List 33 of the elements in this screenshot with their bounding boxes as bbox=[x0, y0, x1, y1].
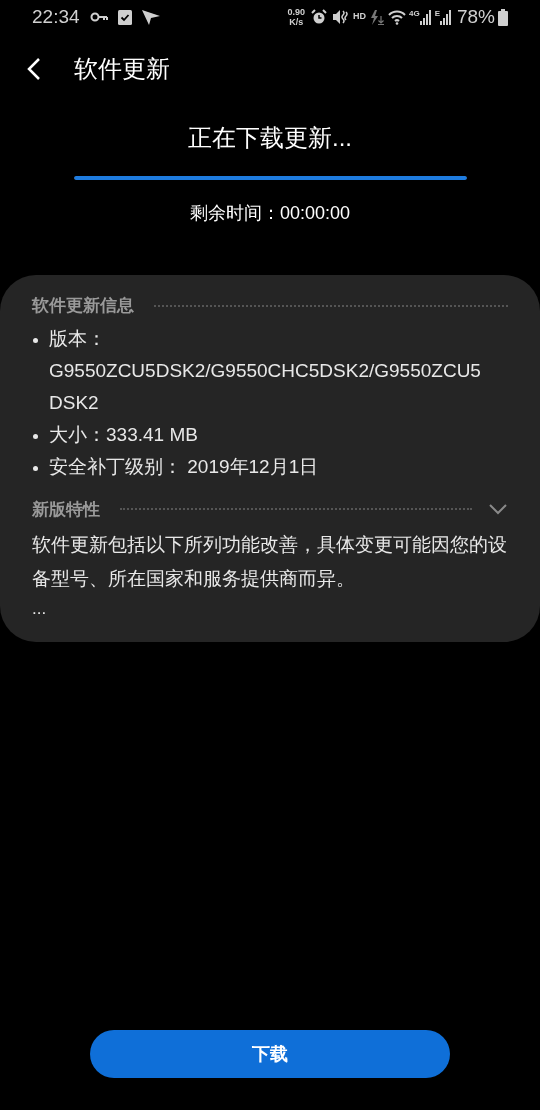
network-speed-unit: K/s bbox=[289, 17, 304, 27]
bullet-icon bbox=[33, 337, 38, 343]
bullet-icon bbox=[33, 433, 38, 439]
network-type-label: E bbox=[434, 8, 440, 20]
section-title: 软件更新信息 bbox=[32, 295, 134, 317]
info-item: 大小：333.41 MB bbox=[49, 422, 199, 447]
network-speed: 0.90 bbox=[287, 7, 305, 17]
download-button[interactable]: 下载 bbox=[90, 1030, 450, 1078]
section-title: 新版特性 bbox=[32, 498, 100, 521]
features-description: 软件更新包括以下所列功能改善，具体变更可能因您的设备型号、所在国家和服务提供商而异。 bbox=[32, 533, 508, 591]
send-icon bbox=[141, 9, 160, 25]
remaining-time: 剩余时间：00:00:00 bbox=[189, 202, 351, 225]
page-title: 软件更新 bbox=[74, 54, 170, 84]
signal-icon bbox=[439, 9, 452, 25]
checkbox-icon bbox=[117, 9, 132, 25]
more-ellipsis: ... bbox=[32, 598, 47, 620]
info-item: 版本：G9550ZCU5DSK2/G9550CHC5DSK2/G9550ZCU5DSK2 bbox=[49, 326, 482, 415]
clock: 22:34 bbox=[32, 4, 80, 29]
signal-icon bbox=[419, 9, 432, 25]
bullet-icon bbox=[33, 465, 38, 471]
network-type-label: 4G bbox=[408, 8, 420, 20]
key-icon bbox=[89, 12, 108, 22]
hd-label: HD bbox=[352, 10, 366, 24]
charging-icon bbox=[369, 9, 384, 25]
battery-icon bbox=[498, 8, 508, 26]
download-status: 正在下载更新... bbox=[188, 123, 352, 153]
chevron-down-icon[interactable] bbox=[488, 503, 508, 516]
wifi-icon bbox=[387, 9, 406, 25]
back-icon[interactable] bbox=[26, 57, 42, 81]
info-item: 安全补丁级别： 2019年12月1日 bbox=[49, 454, 320, 479]
alarm-icon bbox=[310, 9, 327, 25]
battery-percent: 78% bbox=[456, 4, 495, 29]
mute-icon bbox=[331, 9, 348, 25]
